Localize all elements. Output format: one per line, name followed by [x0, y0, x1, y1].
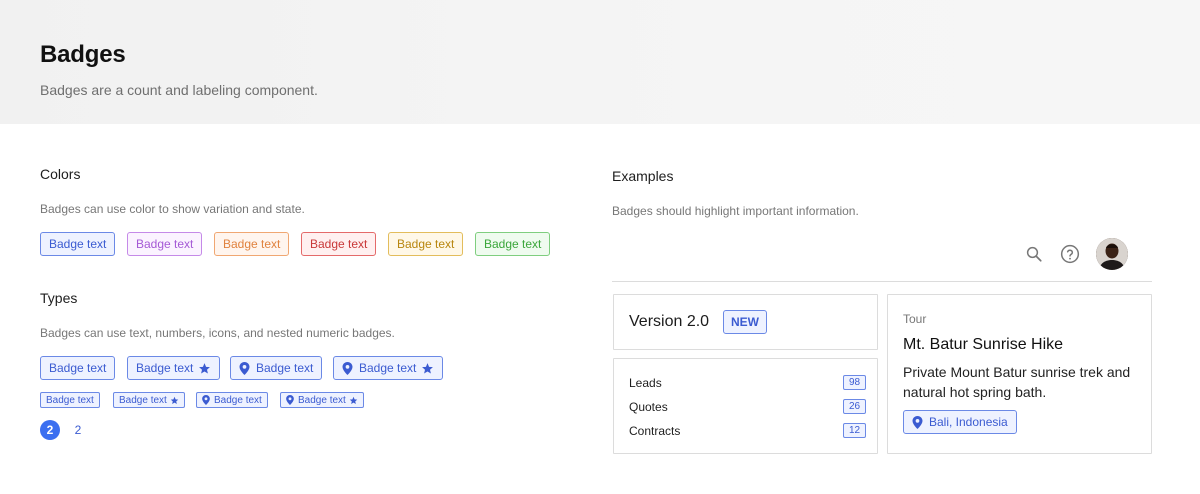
version-card: Version 2.0 NEW: [613, 294, 878, 350]
badge-label: Badge text: [46, 394, 94, 406]
help-circle-icon[interactable]: [1060, 244, 1080, 264]
stats-card: Leads 98 Quotes 26 Contracts 12: [613, 358, 878, 454]
badge-label: Badge text: [256, 361, 314, 375]
tour-category: Tour: [903, 312, 927, 326]
tour-description: Private Mount Batur sunrise trek and nat…: [903, 364, 1131, 400]
examples-divider: [612, 281, 1152, 282]
numeric-badge-plain: 2: [74, 423, 82, 437]
location-pin-icon: [239, 361, 250, 375]
badge-label: Badge text: [359, 361, 417, 375]
new-badge: NEW: [723, 310, 767, 334]
badge-label: Badge text: [49, 361, 107, 375]
colors-section-title: Colors: [40, 166, 81, 182]
badge-label: Badge text: [119, 394, 167, 406]
stat-count-contracts: 12: [843, 423, 866, 438]
location-pin-icon: [912, 415, 923, 429]
star-icon: [199, 362, 211, 373]
tour-card: Tour Mt. Batur Sunrise Hike Private Moun…: [887, 294, 1152, 454]
page-title: Badges: [40, 41, 126, 68]
location-badge: Bali, Indonesia: [903, 410, 1017, 434]
types-section-title: Types: [40, 290, 78, 306]
examples-section-title: Examples: [612, 168, 674, 184]
badge-with-star: Badge text: [127, 356, 221, 380]
small-badge-with-pin-and-star: Badge text: [280, 392, 364, 408]
types-section-description: Badges can use text, numbers, icons, and…: [40, 326, 395, 340]
numeric-badge-filled: 2: [40, 420, 60, 440]
badge-yellow: Badge text: [388, 232, 464, 256]
location-pin-icon: [342, 361, 353, 375]
star-icon: [170, 396, 179, 404]
colors-section-description: Badges can use color to show variation a…: [40, 202, 305, 216]
avatar-image: [1096, 238, 1128, 270]
location-label: Bali, Indonesia: [929, 415, 1008, 429]
badge-orange: Badge text: [214, 232, 290, 256]
small-badge-with-pin: Badge text: [196, 392, 268, 408]
tour-title: Mt. Batur Sunrise Hike: [903, 336, 1064, 353]
page-subtitle: Badges are a count and labeling componen…: [40, 82, 318, 98]
badge-blue: Badge text: [40, 232, 116, 256]
examples-section-description: Badges should highlight important inform…: [612, 204, 859, 218]
location-pin-icon: [202, 395, 210, 405]
badge-red: Badge text: [301, 232, 377, 256]
location-pin-icon: [286, 395, 294, 405]
badge-label: Badge text: [214, 394, 262, 406]
stat-count-quotes: 26: [843, 399, 866, 414]
user-avatar[interactable]: [1096, 238, 1128, 270]
badge-green: Badge text: [475, 232, 551, 256]
badge-with-pin-and-star: Badge text: [333, 356, 444, 380]
page-header: Badges Badges are a count and labeling c…: [0, 0, 1200, 124]
star-icon: [349, 396, 358, 404]
stat-label-contracts: Contracts: [629, 424, 681, 438]
stat-count-leads: 98: [843, 375, 866, 390]
badge-text-only: Badge text: [40, 356, 116, 380]
badge-with-pin: Badge text: [230, 356, 323, 380]
version-title: Version 2.0: [629, 313, 710, 330]
badge-label: Badge text: [298, 394, 346, 406]
badge-label: Badge text: [136, 361, 194, 375]
badge-purple: Badge text: [127, 232, 203, 256]
stat-label-quotes: Quotes: [629, 400, 668, 414]
search-icon[interactable]: [1025, 245, 1043, 263]
small-badge-text-only: Badge text: [40, 392, 100, 408]
star-icon: [422, 362, 434, 373]
small-badge-with-star: Badge text: [113, 392, 185, 408]
stat-label-leads: Leads: [629, 376, 662, 390]
